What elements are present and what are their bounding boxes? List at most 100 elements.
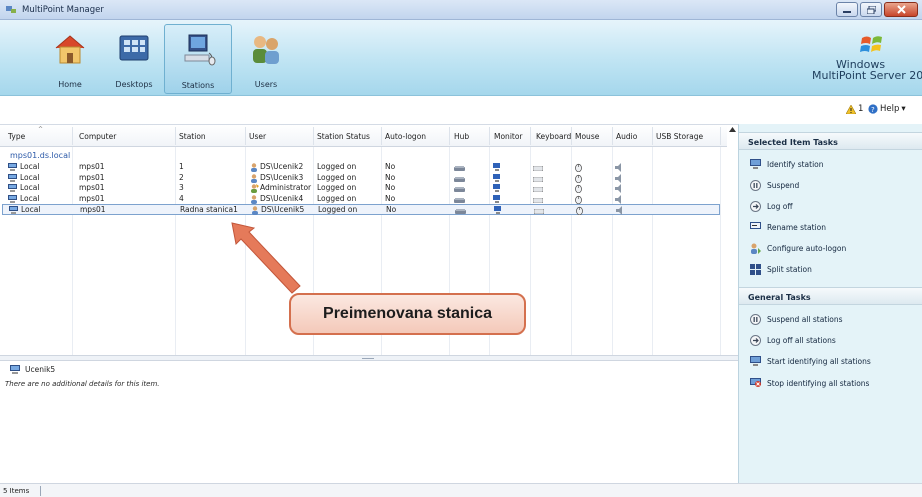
cell-autologon: No [385,173,396,182]
start-identifying-task[interactable]: Start identifying all stations [749,354,871,368]
start-identifying-icon [749,355,761,367]
cell-station: 3 [179,183,184,192]
cell-autologon: No [385,194,396,203]
task-label: Identify station [767,159,824,169]
task-label: Split station [767,264,812,274]
column-header-type[interactable]: Type [8,132,25,141]
table-row[interactable]: Local mps01 4 DS\Ucenik4 Logged on No [2,194,720,205]
mouse-icon [576,206,583,217]
callout-box: Preimenovana stanica [289,293,526,335]
column-header-user[interactable]: User [249,132,266,141]
tab-desktops[interactable]: Desktops [100,24,168,94]
restore-icon [866,5,876,14]
general-tasks-header: General Tasks [739,287,922,305]
task-label: Configure auto-logon [767,243,847,253]
column-header-station-status[interactable]: Station Status [317,132,370,141]
cell-autologon: No [386,205,397,214]
cell-type: Local [20,194,40,203]
keyboard-icon [533,207,545,216]
help-label: Help [880,104,900,114]
log-off-all-icon [749,334,761,346]
windows-flag-icon [860,36,882,52]
tab-stations[interactable]: Stations [164,24,232,94]
windows-multipoint-logo: Windows MultiPoint Server 2011 [800,32,922,88]
table-row[interactable]: Local mps01 3 Administrator Logged on No [2,183,720,194]
tab-users[interactable]: Users [232,24,300,94]
log-off-all-task[interactable]: Log off all stations [749,333,836,347]
monitor-icon [493,163,501,173]
station-type-icon [8,184,17,194]
task-label: Suspend [767,180,800,190]
tab-stations-label: Stations [181,81,215,90]
split-station-task[interactable]: Split station [749,262,812,276]
maximize-button[interactable] [860,2,882,17]
grid-scrollbar[interactable] [727,125,738,356]
split-station-icon [749,263,761,275]
warning-count: 1 [858,104,864,114]
window-title: MultiPoint Manager [22,5,104,15]
cell-status: Logged on [317,183,357,192]
cell-station: 1 [179,162,184,171]
monitor-icon [493,184,501,194]
cell-autologon: No [385,162,396,171]
scroll-up-icon[interactable] [729,127,736,132]
cell-station: Radna stanica1 [180,205,238,214]
minimize-button[interactable] [836,2,858,17]
column-header-keyboard[interactable]: Keyboard [536,132,571,141]
configure-auto-logon-icon [749,242,761,254]
audio-icon [616,206,624,217]
column-header-monitor[interactable]: Monitor [494,132,523,141]
hub-icon [454,185,465,194]
suspend-all-icon [749,313,761,325]
suspend-task[interactable]: Suspend [749,178,799,192]
brand-line2: MultiPoint Server 2011 [812,69,922,82]
tab-home-label: Home [58,80,82,89]
home-icon [55,35,85,64]
app-icon [6,6,16,13]
group-header[interactable]: mps01.ds.local [10,151,70,160]
log-off-task[interactable]: Log off [749,199,793,213]
close-icon [896,5,906,14]
warning-icon [846,104,856,114]
cell-user: Administrator [260,183,312,192]
warnings-indicator[interactable]: 1 [846,104,863,114]
table-row[interactable]: Local mps01 Radna stanica1 DS\Ucenik5 Logged… [2,204,720,217]
table-row[interactable]: Local mps01 2 DS\Ucenik3 Logged on No [2,173,720,184]
column-header-computer[interactable]: Computer [79,132,116,141]
svg-text:?: ? [871,106,875,114]
station-icon [10,365,20,374]
cell-computer: mps01 [79,173,105,182]
identify-station-task[interactable]: Identify station [749,157,824,171]
stop-identifying-icon [749,377,761,389]
column-header-auto-logon[interactable]: Auto-logon [385,132,426,141]
cell-computer: mps01 [79,162,105,171]
desktops-icon [119,35,149,61]
rename-station-icon [749,221,761,233]
log-off-icon [749,200,761,212]
cell-user: DS\Ucenik3 [260,173,304,182]
column-header-hub[interactable]: Hub [454,132,469,141]
station-type-icon [9,206,18,216]
details-pane: Ucenik5 There are no additional details … [0,361,738,483]
help-menu[interactable]: ? Help ▾ [868,104,906,114]
task-label: Rename station [767,222,826,232]
items-count: 5 Items [3,487,30,495]
column-header-mouse[interactable]: Mouse [575,132,599,141]
cell-status: Logged on [317,162,357,171]
suspend-all-task[interactable]: Suspend all stations [749,312,843,326]
configure-auto-logon-task[interactable]: Configure auto-logon [749,241,846,255]
minimize-icon [843,10,851,13]
close-button[interactable] [884,2,918,17]
column-header-audio[interactable]: Audio [616,132,637,141]
cell-user: DS\Ucenik2 [260,162,304,171]
column-header-station[interactable]: Station [179,132,206,141]
table-row[interactable]: Local mps01 1 DS\Ucenik2 Logged on No [2,162,720,173]
stop-identifying-task[interactable]: Stop identifying all stations [749,376,869,390]
rename-station-task[interactable]: Rename station [749,220,826,234]
stations-icon [184,34,216,66]
tab-home[interactable]: Home [36,24,104,94]
column-header-usb-storage[interactable]: USB Storage [656,132,703,141]
tab-users-label: Users [254,80,278,89]
title-bar: MultiPoint Manager [0,0,922,20]
help-icon: ? [868,104,878,114]
